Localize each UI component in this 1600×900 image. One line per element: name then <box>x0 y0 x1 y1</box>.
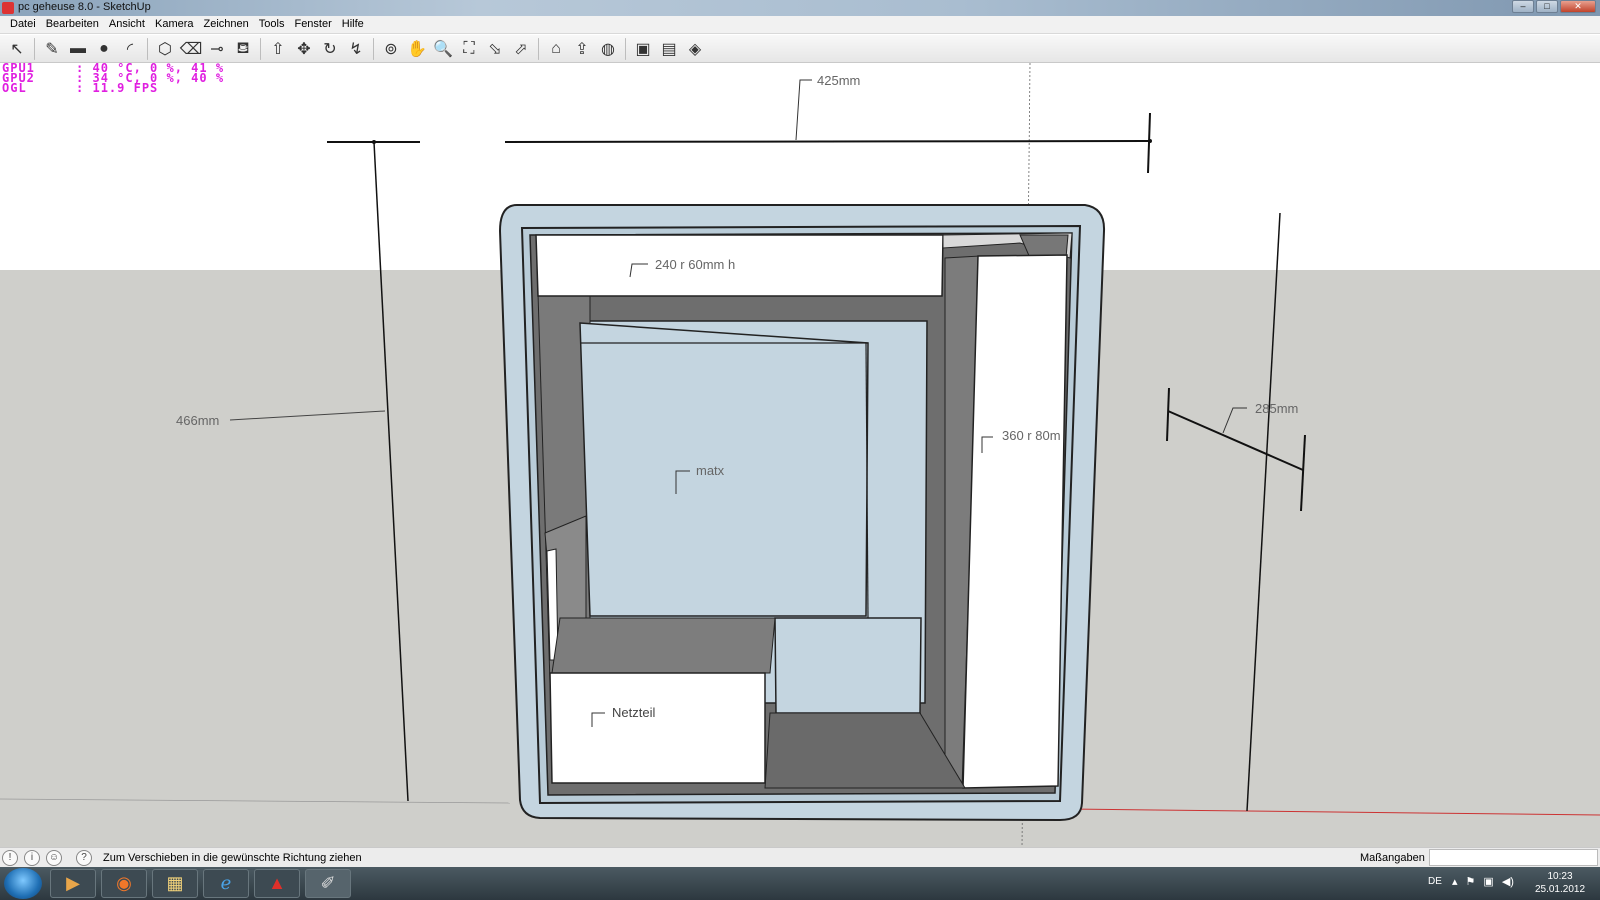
side-radiator[interactable] <box>962 254 1068 789</box>
maximize-button[interactable]: □ <box>1536 0 1558 13</box>
horizon-edge <box>0 798 511 804</box>
menu-fenster[interactable]: Fenster <box>289 16 336 33</box>
volume-icon[interactable]: ◀) <box>1502 875 1514 888</box>
measurements-input[interactable] <box>1429 849 1598 866</box>
tray-icons: ▴ ⚑ ▣ ◀) <box>1452 875 1514 888</box>
get-component-icon[interactable]: ▣ <box>631 37 655 61</box>
width-dimension-label: 425mm <box>817 73 860 88</box>
toolbar-separator <box>260 37 261 60</box>
depth-dimension-line[interactable] <box>1167 410 1304 471</box>
paint-bucket-icon[interactable]: ⛾ <box>231 37 255 61</box>
offset-tool-icon[interactable]: ↯ <box>344 37 368 61</box>
show-hidden-icons-icon[interactable]: ▴ <box>1452 875 1458 888</box>
status-hint: Zum Verschieben in die gewünschte Richtu… <box>103 852 362 864</box>
share-component-icon[interactable]: ▤ <box>657 37 681 61</box>
arc-tool-icon[interactable]: ◜ <box>118 37 142 61</box>
psu-label: Netzteil <box>612 705 655 720</box>
toolbar-separator <box>34 37 35 60</box>
status-bar: ! i ☺ ? Zum Verschieben in die gewünscht… <box>0 847 1600 867</box>
main-toolbar: ↖ ✎ ▬ ● ◜ ⬡ ⌫ ⊸ ⛾ ⇧ ✥ ↻ ↯ ⊚ ✋ 🔍 ⛶ ⬂ ⬀ ⌂ ⇪ ◍ ▣ ▤ ◈ <box>0 35 1600 63</box>
next-view-icon[interactable]: ⬀ <box>509 37 533 61</box>
clock-time: 10:23 <box>1547 871 1573 882</box>
drawing-viewport[interactable]: GPU1 : 40 °C, 0 %, 41 % GPU2 : 34 °C, 0 … <box>0 63 1600 847</box>
menu-kamera[interactable]: Kamera <box>150 16 199 33</box>
close-button[interactable]: ✕ <box>1560 0 1596 13</box>
zoom-extents-icon[interactable]: ⛶ <box>457 37 481 61</box>
width-dimension-line[interactable] <box>504 140 1151 143</box>
sketchup-icon[interactable]: ✐ <box>305 869 351 898</box>
circle-tool-icon[interactable]: ● <box>92 37 116 61</box>
share-model-icon[interactable]: ⇪ <box>570 37 594 61</box>
explorer-icon[interactable]: ▦ <box>152 869 198 898</box>
credits-icon[interactable]: i <box>24 850 40 866</box>
push-pull-icon[interactable]: ⇧ <box>266 37 290 61</box>
previous-view-icon[interactable]: ⬂ <box>483 37 507 61</box>
internet-explorer-icon[interactable]: ℯ <box>203 869 249 898</box>
menu-bar: Datei Bearbeiten Ansicht Kamera Zeichnen… <box>0 16 1600 34</box>
measurements-label: Maßangaben <box>1360 852 1425 864</box>
menu-zeichnen[interactable]: Zeichnen <box>199 16 254 33</box>
network-icon[interactable]: ▣ <box>1483 875 1493 888</box>
pencil-line-tool-icon[interactable]: ✎ <box>40 37 64 61</box>
menu-tools[interactable]: Tools <box>254 16 290 33</box>
minimize-button[interactable]: – <box>1512 0 1534 13</box>
tape-measure-icon[interactable]: ⊸ <box>205 37 229 61</box>
windows-taskbar: ▶ ◉ ▦ ℯ ▲ ✐ DE ▴ ⚑ ▣ ◀) 10:23 25.01.2012 <box>0 867 1600 900</box>
toolbar-separator <box>373 37 374 60</box>
rectangle-tool-icon[interactable]: ▬ <box>66 37 90 61</box>
language-indicator[interactable]: DE <box>1428 876 1442 887</box>
psu-top-face <box>551 617 776 674</box>
user-icon[interactable]: ☺ <box>46 850 62 866</box>
top-radiator-label: 240 r 60mm h <box>655 257 735 272</box>
move-tool-icon[interactable]: ✥ <box>292 37 316 61</box>
lower-drive-cage[interactable] <box>774 617 922 714</box>
window-controls: – □ ✕ <box>1512 0 1596 16</box>
toolbar-separator <box>147 37 148 60</box>
sketchup-app-icon <box>2 2 14 14</box>
select-tool-icon[interactable]: ↖ <box>5 37 29 61</box>
menu-datei[interactable]: Datei <box>5 16 41 33</box>
pan-icon[interactable]: ✋ <box>405 37 429 61</box>
get-models-icon[interactable]: ⌂ <box>544 37 568 61</box>
geo-location-icon[interactable]: ! <box>2 850 18 866</box>
media-player-icon[interactable]: ▶ <box>50 869 96 898</box>
extension-warehouse-icon[interactable]: ◈ <box>683 37 707 61</box>
red-axis-line <box>1069 808 1600 816</box>
top-radiator[interactable] <box>535 234 944 297</box>
eraser-tool-icon[interactable]: ⌫ <box>179 37 203 61</box>
start-button[interactable] <box>4 868 42 899</box>
orbit-icon[interactable]: ⊚ <box>379 37 403 61</box>
psu-box[interactable] <box>549 672 766 784</box>
action-center-flag-icon[interactable]: ⚑ <box>1466 875 1476 888</box>
firefox-icon[interactable]: ◉ <box>101 869 147 898</box>
toolbar-separator <box>538 37 539 60</box>
menu-hilfe[interactable]: Hilfe <box>337 16 369 33</box>
rotate-tool-icon[interactable]: ↻ <box>318 37 342 61</box>
mainboard-label: matx <box>696 463 725 478</box>
help-icon[interactable]: ? <box>76 850 92 866</box>
toolbar-separator <box>625 37 626 60</box>
make-component-icon[interactable]: ⬡ <box>153 37 177 61</box>
clock[interactable]: 10:23 25.01.2012 <box>1530 870 1590 896</box>
menu-bearbeiten[interactable]: Bearbeiten <box>41 16 104 33</box>
menu-ansicht[interactable]: Ansicht <box>104 16 150 33</box>
google-earth-icon[interactable]: ◍ <box>596 37 620 61</box>
model-canvas[interactable]: 425mm 466mm 285mm 240 r 60mm h 360 r 80m… <box>0 63 1600 847</box>
window-title: pc geheuse 8.0 - SketchUp <box>18 1 151 13</box>
depth-dimension-label: 285mm <box>1255 401 1298 416</box>
title-bar: pc geheuse 8.0 - SketchUp – □ ✕ <box>0 0 1600 16</box>
depth-guide-line <box>1246 212 1281 812</box>
acrobat-icon[interactable]: ▲ <box>254 869 300 898</box>
height-dimension-label: 466mm <box>176 413 219 428</box>
side-radiator-label: 360 r 80m <box>1002 428 1061 443</box>
height-dimension-line[interactable] <box>373 141 409 802</box>
clock-date: 25.01.2012 <box>1534 884 1586 895</box>
zoom-icon[interactable]: 🔍 <box>431 37 455 61</box>
